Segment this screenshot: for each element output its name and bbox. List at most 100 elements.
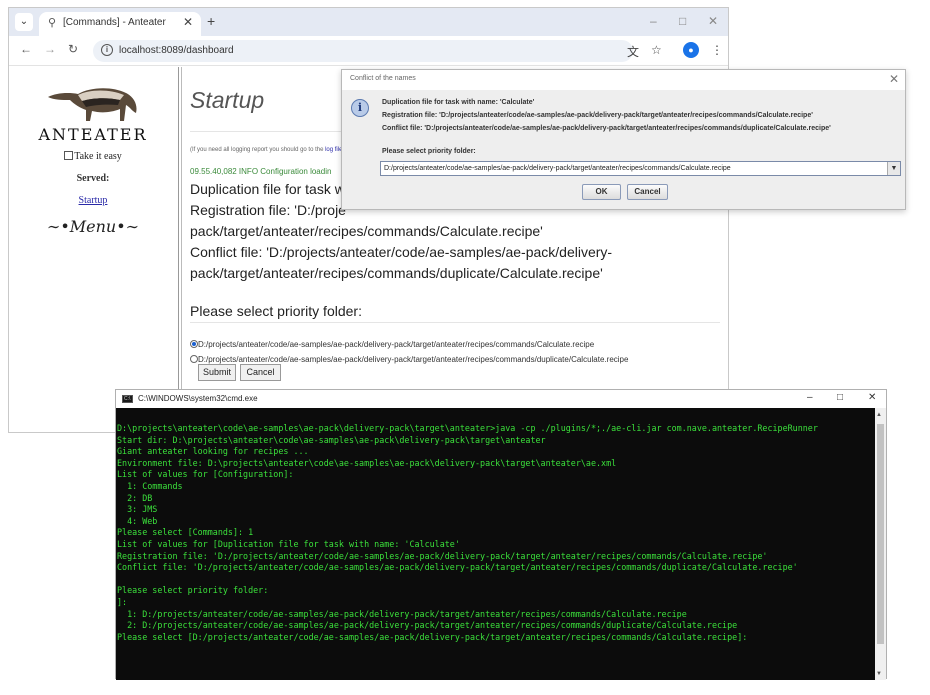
- tab-search-button[interactable]: ⌄: [15, 13, 33, 31]
- log-file-link[interactable]: log file: [325, 147, 342, 153]
- chevron-down-icon: ⌄: [19, 16, 29, 27]
- cmd-window: C:\ C:\WINDOWS\system32\cmd.exe – □ ✕ D:…: [115, 389, 887, 680]
- reload-icon[interactable]: ↻: [68, 42, 78, 56]
- forward-arrow-icon[interactable]: →: [44, 42, 56, 56]
- bookmark-star-icon[interactable]: ☆: [651, 43, 662, 57]
- cmd-line: 2: DB: [117, 492, 153, 503]
- cmd-line: List of values for [Configuration]:: [117, 469, 294, 480]
- sidebar-divider: [178, 67, 182, 432]
- priority-folder-label: Please select priority folder:: [190, 303, 362, 319]
- dialog-select-label: Please select priority folder:: [382, 148, 476, 155]
- cmd-line: Environment file: D:\projects\anteater\c…: [117, 457, 617, 468]
- flourish-right-icon: •∼: [116, 217, 140, 236]
- startup-link[interactable]: Startup: [9, 195, 177, 206]
- back-arrow-icon[interactable]: ←: [20, 42, 32, 56]
- option-radio-2[interactable]: [190, 355, 198, 363]
- dialog-duplication-line: Duplication file for task with name: 'Ca…: [382, 99, 535, 106]
- cmd-line: Registration file: 'D:/projects/anteater…: [117, 550, 768, 561]
- cmd-line: Please select [D:/projects/anteater/code…: [117, 631, 748, 642]
- priority-folder-select-value: D:/projects/anteater/code/ae-samples/ae-…: [384, 165, 731, 172]
- cmd-line: Please select priority folder:: [117, 585, 269, 596]
- dialog-close-icon[interactable]: ✕: [889, 72, 899, 86]
- cmd-line: 4: Web: [117, 515, 158, 526]
- conflict-dialog: Conflict of the names ✕ i Duplication fi…: [341, 69, 906, 210]
- dialog-titlebar: Conflict of the names ✕: [342, 70, 905, 90]
- cmd-scroll-thumb[interactable]: [877, 424, 884, 644]
- cmd-app-icon: C:\: [122, 395, 133, 403]
- tab-close-icon[interactable]: ✕: [183, 15, 193, 29]
- cmd-titlebar: C:\ C:\WINDOWS\system32\cmd.exe – □ ✕: [116, 390, 886, 408]
- cmd-title: C:\WINDOWS\system32\cmd.exe: [138, 394, 258, 403]
- cmd-line: Start dir: D:\projects\anteater\code\ae-…: [117, 434, 546, 445]
- tab-title: [Commands] - Anteater: [63, 17, 166, 28]
- cmd-line: ]:: [117, 596, 128, 607]
- anteater-favicon-icon: ⚲: [48, 17, 57, 29]
- page-title: Startup: [190, 87, 265, 113]
- new-tab-plus-icon[interactable]: +: [207, 13, 215, 29]
- flourish-left-icon: ∼•: [46, 217, 70, 236]
- option-label-2: D:/projects/anteater/code/ae-samples/ae-…: [198, 355, 629, 364]
- cmd-minimize-icon[interactable]: –: [807, 392, 813, 403]
- cmd-output[interactable]: D:\projects\anteater\code\ae-samples\ae-…: [116, 408, 876, 680]
- option-label-1: D:/projects/anteater/code/ae-samples/ae-…: [198, 340, 595, 349]
- served-label: Served:: [76, 173, 110, 184]
- anteater-logo-icon: [48, 88, 137, 121]
- cmd-line: Giant anteater looking for recipes ...: [117, 446, 309, 457]
- take-it-easy-checkbox-row[interactable]: Take it easy: [9, 151, 177, 162]
- dialog-ok-button[interactable]: OK: [582, 184, 621, 200]
- sidebar: ANTEATER Take it easy Served: Startup ∼•…: [9, 67, 177, 432]
- site-info-icon[interactable]: i: [101, 44, 113, 56]
- dialog-conflict-line: Conflict file: 'D:/projects/anteater/cod…: [382, 125, 831, 132]
- profile-avatar-icon[interactable]: ●: [683, 42, 699, 58]
- log-line: 09.55.40,082 INFO Configuration loadin: [190, 167, 332, 176]
- cmd-line: 3: JMS: [117, 504, 158, 515]
- registration-text-cont: pack/target/anteater/recipes/commands/Ca…: [190, 223, 543, 239]
- conflict-text-cont: pack/target/anteater/recipes/commands/du…: [190, 265, 603, 281]
- submit-button[interactable]: Submit: [198, 364, 236, 381]
- tab-commands-anteater[interactable]: ⚲ [Commands] - Anteater ✕: [39, 12, 201, 36]
- logo-text: ANTEATER: [38, 125, 148, 144]
- option-radio-1[interactable]: [190, 340, 198, 348]
- menu-title-text: Menu: [69, 217, 117, 236]
- cmd-line: [117, 574, 876, 586]
- dropdown-arrow-icon[interactable]: ▼: [887, 162, 900, 175]
- take-it-easy-checkbox[interactable]: [64, 151, 74, 160]
- translate-icon[interactable]: 文: [627, 43, 639, 60]
- option-row-2[interactable]: D:/projects/anteater/code/ae-samples/ae-…: [190, 355, 628, 364]
- log-note-text: (If you need all logging report you shou…: [190, 147, 326, 153]
- cmd-maximize-icon[interactable]: □: [837, 392, 843, 403]
- dialog-registration-line: Registration file: 'D:/projects/anteater…: [382, 112, 813, 119]
- cmd-scrollbar[interactable]: ▲ ▼: [875, 408, 886, 680]
- information-icon: i: [351, 99, 369, 117]
- close-window-icon[interactable]: ✕: [708, 14, 718, 28]
- option-row-1[interactable]: D:/projects/anteater/code/ae-samples/ae-…: [190, 340, 594, 349]
- minimize-icon[interactable]: –: [650, 14, 657, 28]
- tab-strip: ⌄ ⚲ [Commands] - Anteater ✕ + – □ ✕: [9, 8, 728, 36]
- cmd-line: Conflict file: 'D:/projects/anteater/cod…: [117, 562, 798, 573]
- duplication-text: Duplication file for task w: [190, 181, 345, 197]
- cmd-line: D:\projects\anteater\code\ae-samples\ae-…: [117, 423, 818, 433]
- cmd-close-icon[interactable]: ✕: [868, 392, 876, 403]
- scroll-up-icon[interactable]: ▲: [876, 412, 882, 418]
- priority-folder-select[interactable]: D:/projects/anteater/code/ae-samples/ae-…: [380, 161, 901, 176]
- conflict-text: Conflict file: 'D:/projects/anteater/cod…: [190, 244, 613, 260]
- menu-title: ∼•Menu•∼: [9, 217, 177, 236]
- cmd-line: List of values for [Duplication file for…: [117, 538, 460, 549]
- more-menu-icon[interactable]: ⋮: [711, 43, 723, 57]
- cmd-line: 1: D:/projects/anteater/code/ae-samples/…: [117, 608, 687, 619]
- cmd-line: 1: Commands: [117, 480, 183, 491]
- dialog-cancel-button[interactable]: Cancel: [627, 184, 668, 200]
- cancel-button[interactable]: Cancel: [240, 364, 281, 381]
- log-note: (If you need all logging report you shou…: [190, 147, 342, 153]
- url-text: localhost:8089/dashboard: [119, 45, 234, 56]
- browser-toolbar: ← → ↻ i localhost:8089/dashboard 文 ☆ ● ⋮: [9, 36, 728, 66]
- priority-divider: [190, 322, 720, 323]
- scroll-down-icon[interactable]: ▼: [876, 671, 882, 677]
- cmd-line: 2: D:/projects/anteater/code/ae-samples/…: [117, 620, 738, 631]
- cmd-line: Please select [Commands]: 1: [117, 527, 254, 538]
- maximize-icon[interactable]: □: [679, 14, 686, 28]
- dialog-title: Conflict of the names: [350, 75, 416, 82]
- address-bar[interactable]: i localhost:8089/dashboard: [93, 40, 633, 62]
- take-it-easy-label: Take it easy: [74, 151, 122, 162]
- registration-text: Registration file: 'D:/proje: [190, 202, 346, 218]
